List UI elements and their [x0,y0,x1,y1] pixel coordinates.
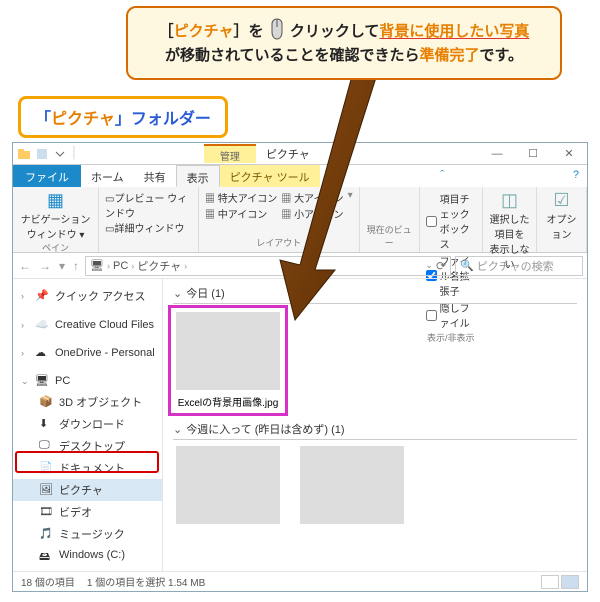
videos-icon: 🎞 [39,505,53,519]
sidebar-item-music[interactable]: 🎵ミュージック [13,523,162,545]
group-header-week[interactable]: ⌄今週に入って (昨日は含めず) (1) [173,421,577,440]
navigation-pane: ›📌クイック アクセス ›☁️Creative Cloud Files ›☁On… [13,279,163,571]
cloud-icon: ☁️ [35,318,49,332]
sidebar-item-documents[interactable]: 📄ドキュメント [13,457,162,479]
sidebar-item-downloads[interactable]: ⬇ダウンロード [13,413,162,435]
address-bar-row: ← → ▾ ↑ 🖥 › PC › ピクチャ › ⌄ ⟳ 🔍 ピクチャの検索 [13,253,587,279]
options-icon[interactable]: ☑ [543,190,580,211]
quick-access-toolbar: │ [13,147,78,161]
hide-selected-icon[interactable]: ◫ [489,190,530,211]
onedrive-icon: ☁ [35,346,49,360]
properties-icon[interactable] [35,147,49,161]
pc-icon: 🖥 [35,374,49,388]
search-icon: 🔍 [460,259,474,272]
up-button[interactable]: ↑ [71,259,81,273]
tab-file[interactable]: ファイル [13,165,81,187]
sidebar-item-creative-cloud[interactable]: ›☁️Creative Cloud Files [13,315,162,335]
explorer-window: │ 管理 ピクチャ — ☐ ✕ ファイル ホーム 共有 表示 ピクチャ ツール … [12,142,588,592]
pc-icon: 🖥 [90,259,104,272]
tab-share[interactable]: 共有 [134,165,176,187]
sidebar-item-videos[interactable]: 🎞ビデオ [13,501,162,523]
file-item[interactable] [297,446,407,528]
maximize-button[interactable]: ☐ [515,143,551,165]
ribbon-group-layout-label: レイアウト [205,236,353,249]
s-icons-option[interactable]: ▦ 小アイコン [281,206,343,221]
group-header-today[interactable]: ⌄今日 (1) [173,285,577,304]
thumbnail-icon [176,446,280,524]
sidebar-item-pictures[interactable]: 🖼ピクチャ [13,479,162,501]
m-icons-option[interactable]: ▦ 中アイコン [205,206,277,221]
folder-label-callout: 「ピクチャ」フォルダー [18,96,228,138]
status-selection: 1 個の項目を選択 1.54 MB [87,574,205,589]
forward-button[interactable]: → [37,259,53,273]
breadcrumb-dropdown-icon[interactable]: ⌄ [425,260,433,271]
back-button[interactable]: ← [17,259,33,273]
drive-icon: 🖴 [39,548,53,562]
window-title: ピクチャ [266,146,310,162]
options-button[interactable]: オプション [543,211,580,241]
ribbon-tabs: ファイル ホーム 共有 表示 ピクチャ ツール ˆ ? [13,165,587,187]
help-icon[interactable]: ? [565,165,587,187]
item-checkboxes-option[interactable]: 項目チェック ボックス [426,191,476,251]
breadcrumb-pictures[interactable]: ピクチャ [137,258,181,274]
breadcrumb-pc[interactable]: PC [113,260,128,272]
close-button[interactable]: ✕ [551,143,587,165]
instruction-balloon: ［ピクチャ］を クリックして背景に使用したい写真 が移動されていることを確認でき… [126,6,562,80]
refresh-button[interactable]: ⟳ [436,259,446,273]
details-window-option[interactable]: ▭詳細ウィンドウ [105,220,192,235]
ribbon-view: ▦ ナビゲーション ウィンドウ ▾ ペイン ▭プレビュー ウィンドウ ▭詳細ウィ… [13,187,587,253]
qat-dropdown-icon[interactable] [53,147,67,161]
file-name-label: Excelの背景用画像.jpg [178,394,279,409]
collapse-ribbon-icon[interactable]: ˆ [432,165,452,187]
thumbnails-view-button[interactable] [561,575,579,589]
sidebar-item-desktop[interactable]: 🖵デスクトップ [13,435,162,457]
file-content-pane[interactable]: ⌄今日 (1) Excelの背景用画像.jpg ⌄今週に入って (昨日は含めず)… [163,279,587,571]
tab-picture-tools[interactable]: ピクチャ ツール [220,165,320,187]
status-item-count: 18 個の項目 [21,574,75,589]
download-icon: ⬇ [39,417,53,431]
thumbnail-icon [176,312,280,390]
pictures-icon: 🖼 [39,483,53,497]
tab-home[interactable]: ホーム [81,165,134,187]
search-input[interactable]: 🔍 ピクチャの検索 [455,256,583,276]
contextual-tab-manage: 管理 [204,144,256,163]
ribbon-group-currentview-label: 現在のビュー [366,223,413,249]
minimize-button[interactable]: — [479,143,515,165]
mouse-icon [268,18,286,40]
sidebar-item-pc[interactable]: ⌄🖥PC [13,371,162,391]
sidebar-item-cdrive[interactable]: 🖴Windows (C:) [13,545,162,565]
navigation-pane-icon[interactable]: ▦ [19,190,92,211]
file-item[interactable] [173,446,283,528]
breadcrumb[interactable]: 🖥 › PC › ピクチャ › ⌄ ⟳ [85,256,451,276]
documents-icon: 📄 [39,461,53,475]
cube-icon: 📦 [39,395,53,409]
sidebar-item-quick-access[interactable]: ›📌クイック アクセス [13,285,162,307]
star-icon: 📌 [35,289,49,303]
sidebar-item-onedrive[interactable]: ›☁OneDrive - Personal [13,343,162,363]
music-icon: 🎵 [39,527,53,541]
tab-view[interactable]: 表示 [176,165,220,187]
preview-window-option[interactable]: ▭プレビュー ウィンドウ [105,190,192,220]
details-view-button[interactable] [541,575,559,589]
recent-locations-button[interactable]: ▾ [57,259,67,273]
status-bar: 18 個の項目 1 個の項目を選択 1.54 MB [13,571,587,591]
desktop-icon: 🖵 [39,439,53,453]
folder-icon[interactable] [17,147,31,161]
thumbnail-icon [300,446,404,524]
l-icons-option[interactable]: ▦ 大アイコン [281,190,343,205]
sidebar-item-3d-objects[interactable]: 📦3D オブジェクト [13,391,162,413]
navigation-pane-button[interactable]: ナビゲーション ウィンドウ ▾ [19,211,92,241]
xl-icons-option[interactable]: ▦ 特大アイコン [205,190,277,205]
file-item-selected[interactable]: Excelの背景用画像.jpg [173,310,283,411]
titlebar: │ 管理 ピクチャ — ☐ ✕ [13,143,587,165]
